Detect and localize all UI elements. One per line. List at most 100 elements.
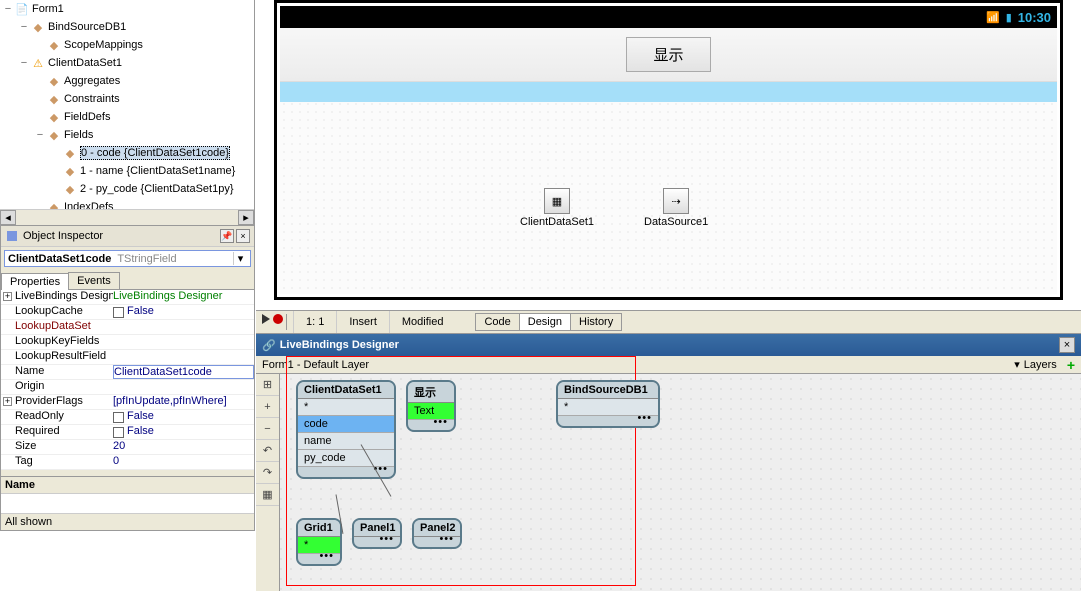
more-icon[interactable]: •••	[379, 533, 394, 545]
lbd-canvas[interactable]: ⊞ + − ↶ ↷ ▦ ClientDataSet1 * code name p…	[256, 374, 1081, 591]
checkbox[interactable]	[113, 412, 124, 423]
tab-history[interactable]: History	[570, 313, 622, 331]
expand-icon[interactable]: −	[18, 57, 30, 69]
tab-code[interactable]: Code	[475, 313, 519, 331]
node-display[interactable]: 显示 Text •••	[406, 380, 456, 432]
tree-item[interactable]: ◆FieldDefs	[0, 108, 254, 126]
property-row[interactable]: ReadOnlyFalse	[1, 410, 254, 425]
tree-item[interactable]: −◆Fields	[0, 126, 254, 144]
tab-design[interactable]: Design	[519, 313, 571, 331]
chevron-down-icon[interactable]: ▾	[1014, 358, 1020, 371]
more-icon[interactable]: •••	[433, 416, 448, 428]
property-value[interactable]: False	[113, 410, 254, 424]
node-panel1[interactable]: Panel1 •••	[352, 518, 402, 549]
expand-icon[interactable]: −	[34, 129, 46, 141]
zoom-out-icon[interactable]: −	[256, 418, 279, 440]
expand-icon[interactable]: +	[3, 292, 12, 301]
structure-tree[interactable]: − 📄 Form1 −◆BindSourceDB1◆ScopeMappings−…	[0, 0, 255, 225]
tree-item[interactable]: − 📄 Form1	[0, 0, 254, 18]
property-row[interactable]: LookupResultField	[1, 350, 254, 365]
close-icon[interactable]: ×	[1059, 337, 1075, 353]
property-row[interactable]: Size20	[1, 440, 254, 455]
property-value[interactable]	[113, 350, 254, 364]
tree-item[interactable]: ◆Constraints	[0, 90, 254, 108]
record-icon[interactable]	[273, 314, 283, 324]
zoom-in-icon[interactable]: +	[256, 396, 279, 418]
node-bindsourcedb1[interactable]: BindSourceDB1 * •••	[556, 380, 660, 428]
node-header[interactable]: BindSourceDB1	[558, 382, 658, 399]
more-icon[interactable]: •••	[319, 550, 334, 562]
property-row[interactable]: LookupCacheFalse	[1, 305, 254, 320]
panel2[interactable]	[280, 82, 1057, 102]
more-icon[interactable]: •••	[637, 412, 652, 424]
expand-icon[interactable]: −	[18, 21, 30, 33]
property-row[interactable]: LiveBindings Designer+LiveBindings Desig…	[1, 290, 254, 305]
node-panel2[interactable]: Panel2 •••	[412, 518, 462, 549]
property-value[interactable]: 20	[113, 440, 254, 454]
play-icon[interactable]	[262, 314, 270, 324]
property-list[interactable]: LiveBindings Designer+LiveBindings Desig…	[1, 290, 254, 470]
oi-sel-name: ClientDataSet1code	[8, 253, 111, 265]
property-row[interactable]: ProviderFlags+[pfInUpdate,pfInWhere]	[1, 395, 254, 410]
close-icon[interactable]: ×	[236, 229, 250, 243]
tree-item[interactable]: ◆0 - code {ClientDataSet1code}	[0, 144, 254, 162]
property-value[interactable]	[113, 320, 254, 334]
tab-events[interactable]: Events	[68, 272, 120, 289]
tree-item[interactable]: ◆2 - py_code {ClientDataSet1py}	[0, 180, 254, 198]
property-value[interactable]: False	[113, 305, 254, 319]
show-button[interactable]: 显示	[626, 37, 710, 72]
oi-selector[interactable]: ClientDataSet1code TStringField ▾	[4, 250, 251, 267]
property-row[interactable]: Tag0	[1, 455, 254, 470]
tree-item[interactable]: −⚠ClientDataSet1	[0, 54, 254, 72]
property-value[interactable]	[113, 335, 254, 349]
component-icon: ◆	[30, 19, 46, 35]
oi-titlebar: Object Inspector 📌 ×	[1, 226, 254, 247]
grid-icon[interactable]: ▦	[256, 484, 279, 506]
property-value[interactable]: [pfInUpdate,pfInWhere]	[113, 395, 254, 409]
expand-icon[interactable]: −	[2, 3, 14, 15]
component-datasource[interactable]: ⇢ DataSource1	[644, 188, 708, 228]
node-field[interactable]: name	[298, 433, 394, 450]
scroll-left-icon[interactable]: ◂	[0, 210, 16, 225]
tree-item[interactable]: −◆BindSourceDB1	[0, 18, 254, 36]
device-body[interactable]: 显示 ▦ ClientDataSet1 ⇢ DataSource1	[280, 28, 1057, 294]
property-value[interactable]: LiveBindings Designer	[113, 290, 254, 304]
node-header[interactable]: 显示	[408, 382, 454, 403]
property-row[interactable]: LookupDataSet	[1, 320, 254, 335]
tree-item[interactable]: ◆Aggregates	[0, 72, 254, 90]
h-scrollbar[interactable]: ◂ ▸	[0, 209, 254, 225]
property-value[interactable]	[113, 380, 254, 394]
property-value[interactable]: False	[113, 425, 254, 439]
undo-icon[interactable]: ↶	[256, 440, 279, 462]
scroll-right-icon[interactable]: ▸	[238, 210, 254, 225]
insert-mode: Insert	[336, 311, 389, 333]
redo-icon[interactable]: ↷	[256, 462, 279, 484]
property-row[interactable]: NameClientDataSet1code	[1, 365, 254, 380]
add-icon[interactable]: +	[1067, 357, 1075, 373]
node-header[interactable]: Grid1	[298, 520, 340, 537]
component-clientdataset[interactable]: ▦ ClientDataSet1	[520, 188, 594, 228]
property-value[interactable]: ClientDataSet1code	[113, 365, 254, 379]
property-row[interactable]: Origin	[1, 380, 254, 395]
tab-properties[interactable]: Properties	[1, 273, 69, 290]
property-value[interactable]: 0	[113, 455, 254, 469]
checkbox[interactable]	[113, 307, 124, 318]
tree-item[interactable]: ◆ScopeMappings	[0, 36, 254, 54]
layers-button[interactable]: Layers	[1024, 359, 1057, 371]
panel1[interactable]: 显示	[280, 28, 1057, 82]
checkbox[interactable]	[113, 427, 124, 438]
component-label: ClientDataSet1	[520, 216, 594, 228]
node-field[interactable]: code	[298, 416, 394, 433]
chevron-down-icon[interactable]: ▾	[233, 252, 247, 265]
property-row[interactable]: LookupKeyFields	[1, 335, 254, 350]
expand-icon[interactable]: +	[3, 397, 12, 406]
property-row[interactable]: RequiredFalse	[1, 425, 254, 440]
node-field[interactable]: *	[298, 399, 394, 416]
node-grid1[interactable]: Grid1 * •••	[296, 518, 342, 566]
more-icon[interactable]: •••	[439, 533, 454, 545]
pin-icon[interactable]: 📌	[220, 229, 234, 243]
node-header[interactable]: ClientDataSet1	[298, 382, 394, 399]
tree-item[interactable]: ◆1 - name {ClientDataSet1name}	[0, 162, 254, 180]
zoom-fit-icon[interactable]: ⊞	[256, 374, 279, 396]
node-clientdataset1[interactable]: ClientDataSet1 * code name py_code •••	[296, 380, 396, 479]
